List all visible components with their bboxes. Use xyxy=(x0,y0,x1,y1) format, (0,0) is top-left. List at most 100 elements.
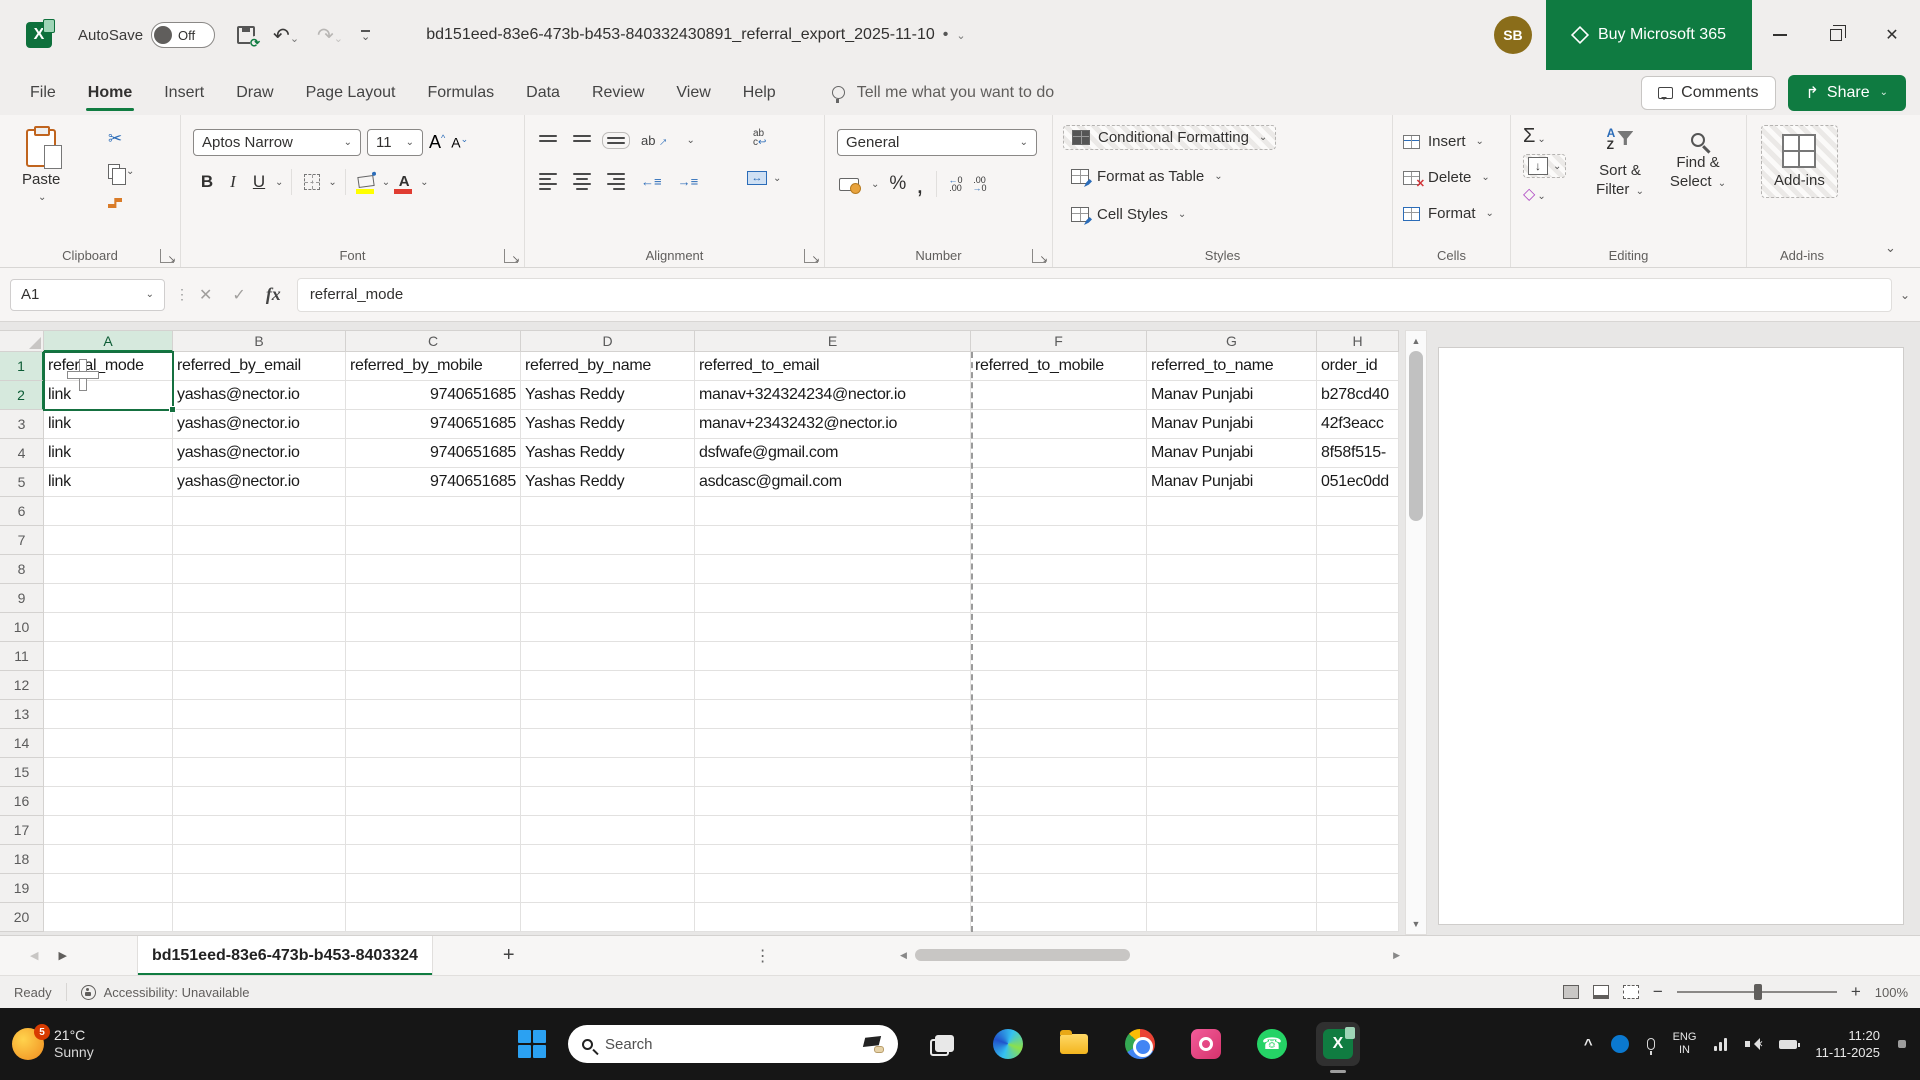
tab-view[interactable]: View xyxy=(660,75,726,111)
cell-D18[interactable] xyxy=(521,845,695,874)
conditional-formatting-button[interactable]: Conditional Formatting ⌄ xyxy=(1063,125,1277,150)
cell-B14[interactable] xyxy=(173,729,346,758)
tab-insert[interactable]: Insert xyxy=(148,75,220,111)
cell-D15[interactable] xyxy=(521,758,695,787)
cell-F14[interactable] xyxy=(971,729,1147,758)
cell-A14[interactable] xyxy=(44,729,173,758)
cell-B7[interactable] xyxy=(173,526,346,555)
percent-style-icon[interactable]: % xyxy=(889,173,906,195)
align-right-icon[interactable] xyxy=(607,173,625,190)
hidden-icons-chevron[interactable]: ^ xyxy=(1584,1036,1593,1053)
taskbar-search[interactable]: Search xyxy=(568,1025,898,1063)
scroll-down-icon[interactable]: ▼ xyxy=(1412,914,1421,934)
cell-G19[interactable] xyxy=(1147,874,1317,903)
cell-D13[interactable] xyxy=(521,700,695,729)
format-painter-button[interactable] xyxy=(108,191,134,215)
cell-A12[interactable] xyxy=(44,671,173,700)
cell-E19[interactable] xyxy=(695,874,971,903)
cell-A17[interactable] xyxy=(44,816,173,845)
horizontal-scroll-thumb[interactable] xyxy=(914,949,1130,961)
cell-G13[interactable] xyxy=(1147,700,1317,729)
cell-E12[interactable] xyxy=(695,671,971,700)
enter-icon[interactable]: ✓ xyxy=(232,285,245,305)
cell-C16[interactable] xyxy=(346,787,521,816)
cell-B19[interactable] xyxy=(173,874,346,903)
cell-F10[interactable] xyxy=(971,613,1147,642)
cell-E5[interactable]: asdcasc@gmail.com xyxy=(695,468,971,497)
cell-F16[interactable] xyxy=(971,787,1147,816)
language-indicator[interactable]: ENG IN xyxy=(1673,1031,1697,1057)
cell-G20[interactable] xyxy=(1147,903,1317,932)
cell-E11[interactable] xyxy=(695,642,971,671)
font-name-select[interactable]: Aptos Narrow ⌄ xyxy=(193,129,361,156)
cell-G16[interactable] xyxy=(1147,787,1317,816)
cell-H10[interactable] xyxy=(1317,613,1399,642)
cell-H19[interactable] xyxy=(1317,874,1399,903)
cell-G7[interactable] xyxy=(1147,526,1317,555)
number-format-select[interactable]: General ⌄ xyxy=(837,129,1037,156)
cell-G18[interactable] xyxy=(1147,845,1317,874)
vertical-scrollbar[interactable]: ▲ ▼ xyxy=(1405,330,1427,935)
sort-filter-button[interactable]: AZ Sort & Filter ⌄ xyxy=(1583,127,1657,201)
cancel-icon[interactable]: ✕ xyxy=(199,285,212,305)
start-button[interactable] xyxy=(518,1030,546,1058)
cell-B15[interactable] xyxy=(173,758,346,787)
cell-D1[interactable]: referred_by_name xyxy=(521,352,695,381)
customize-quick-access-icon[interactable]: ⌄ xyxy=(361,29,371,42)
cell-D8[interactable] xyxy=(521,555,695,584)
active-sheet-tab[interactable]: bd151eed-83e6-473b-b453-8403324 xyxy=(136,935,433,976)
cell-A19[interactable] xyxy=(44,874,173,903)
account-avatar[interactable]: SB xyxy=(1493,16,1532,54)
cell-F5[interactable] xyxy=(971,468,1147,497)
redo-button[interactable]: ↷⌄ xyxy=(317,23,343,48)
row-header-5[interactable]: 5 xyxy=(0,468,44,497)
horizontal-scrollbar[interactable]: ◀ ▶ xyxy=(900,949,1400,961)
cell-D19[interactable] xyxy=(521,874,695,903)
expand-formula-bar-icon[interactable]: ⌄ xyxy=(1900,288,1910,302)
row-header-12[interactable]: 12 xyxy=(0,671,44,700)
cell-E13[interactable] xyxy=(695,700,971,729)
cell-C12[interactable] xyxy=(346,671,521,700)
autosave-control[interactable]: AutoSave Off xyxy=(78,22,216,48)
cell-E3[interactable]: manav+23432432@nector.io xyxy=(695,410,971,439)
cell-H13[interactable] xyxy=(1317,700,1399,729)
cell-F2[interactable] xyxy=(971,381,1147,410)
top-align-icon[interactable] xyxy=(539,134,557,147)
prev-sheet-icon[interactable]: ◀ xyxy=(20,949,48,962)
cell-G14[interactable] xyxy=(1147,729,1317,758)
cell-C4[interactable]: 9740651685 xyxy=(346,439,521,468)
cell-F15[interactable] xyxy=(971,758,1147,787)
autosum-button[interactable]: Σ ⌄ xyxy=(1523,125,1546,148)
scroll-up-icon[interactable]: ▲ xyxy=(1412,331,1421,351)
cell-A8[interactable] xyxy=(44,555,173,584)
row-header-15[interactable]: 15 xyxy=(0,758,44,787)
cell-A4[interactable]: link xyxy=(44,439,173,468)
row-header-2[interactable]: 2 xyxy=(0,381,44,410)
cell-H16[interactable] xyxy=(1317,787,1399,816)
cell-G9[interactable] xyxy=(1147,584,1317,613)
document-title[interactable]: bd151eed-83e6-473b-b453-840332430891_ref… xyxy=(426,26,965,44)
cell-H12[interactable] xyxy=(1317,671,1399,700)
vertical-scroll-thumb[interactable] xyxy=(1409,351,1423,521)
increase-decimal-icon[interactable]: ←0.00 xyxy=(949,176,963,193)
cell-H3[interactable]: 42f3eacc xyxy=(1317,410,1399,439)
comma-style-icon[interactable]: , xyxy=(916,171,923,197)
cell-C15[interactable] xyxy=(346,758,521,787)
cell-A5[interactable]: link xyxy=(44,468,173,497)
decrease-decimal-icon[interactable]: .00 →0 xyxy=(973,176,987,193)
tab-file[interactable]: File xyxy=(14,75,72,111)
cell-B8[interactable] xyxy=(173,555,346,584)
clear-button[interactable]: ◇ ⌄ xyxy=(1523,184,1546,204)
cell-C5[interactable]: 9740651685 xyxy=(346,468,521,497)
cell-G5[interactable]: Manav Punjabi xyxy=(1147,468,1317,497)
underline-chevron[interactable]: ⌄ xyxy=(275,177,283,188)
cell-D20[interactable] xyxy=(521,903,695,932)
cell-E4[interactable]: dsfwafe@gmail.com xyxy=(695,439,971,468)
cell-E2[interactable]: manav+324324234@nector.io xyxy=(695,381,971,410)
row-header-11[interactable]: 11 xyxy=(0,642,44,671)
tab-review[interactable]: Review xyxy=(576,75,660,111)
cell-D17[interactable] xyxy=(521,816,695,845)
cell-H11[interactable] xyxy=(1317,642,1399,671)
cell-G15[interactable] xyxy=(1147,758,1317,787)
cell-F17[interactable] xyxy=(971,816,1147,845)
